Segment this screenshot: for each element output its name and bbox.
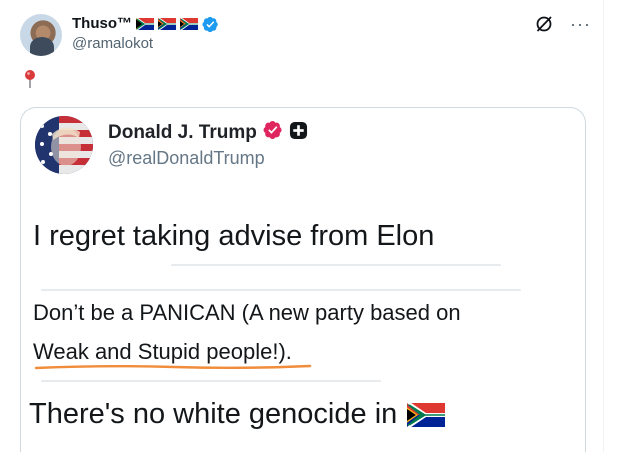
south-africa-flag-icon [180, 18, 198, 30]
trump-name-row: Donald J. Trump [108, 120, 308, 145]
affiliate-badge-icon [289, 121, 308, 145]
tweet-card[interactable]: Thuso™ @ramalokot ··· Donald J. Trump @r… [0, 0, 604, 452]
trump-avatar [35, 116, 93, 174]
quote-line-2: Don’t be a PANICAN (A new party based on [33, 300, 461, 325]
author-row: Thuso™ [72, 14, 219, 34]
more-icon[interactable]: ··· [570, 15, 591, 33]
quote-line-4-text: There's no white genocide in [29, 398, 398, 430]
round-pushpin-icon [24, 69, 36, 89]
embedded-screenshot[interactable]: Donald J. Trump @realDonaldTrump I regre… [20, 107, 586, 452]
author-display-name[interactable]: Thuso™ [72, 14, 132, 34]
divider [41, 380, 381, 382]
verified-badge-icon [263, 120, 283, 145]
highlight-underline [34, 364, 312, 370]
verified-badge-icon[interactable] [202, 16, 219, 33]
divider [41, 289, 521, 291]
divider [171, 264, 501, 266]
south-africa-flag-icon [158, 18, 176, 30]
tweet-actions-top: ··· [534, 14, 591, 34]
quote-line-3: Weak and Stupid people!). [33, 339, 292, 364]
author-avatar[interactable] [20, 14, 62, 56]
trump-display-name: Donald J. Trump [108, 121, 257, 143]
quote-line-1: I regret taking advise from Elon [33, 220, 435, 252]
author-handle[interactable]: @ramalokot [72, 34, 153, 54]
quote-line-4: There's no white genocide in [29, 398, 446, 431]
trump-handle: @realDonaldTrump [108, 148, 265, 168]
grok-icon[interactable] [534, 14, 554, 34]
south-africa-flag-icon [136, 18, 154, 30]
south-africa-flag-icon [407, 402, 446, 427]
